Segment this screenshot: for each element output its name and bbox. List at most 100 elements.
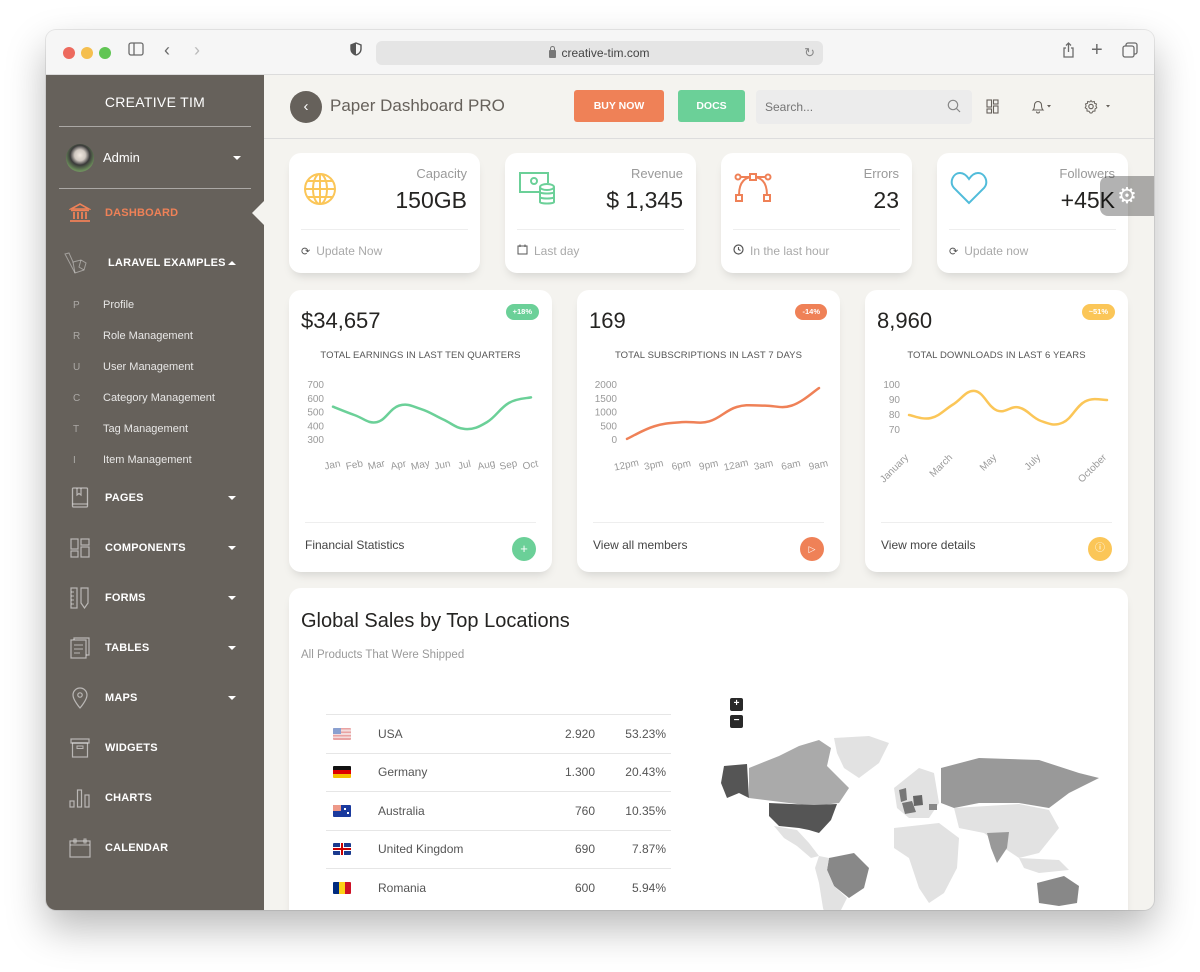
sidebar-subitem-tag-management[interactable]: T Tag Management [46,423,188,435]
page-title[interactable]: Paper Dashboard PRO [330,96,505,116]
info-button[interactable]: ⓘ [1088,537,1112,561]
bell-icon[interactable] [1031,99,1053,119]
stat-footer[interactable]: ⟳ Update Now [301,244,382,258]
address-bar[interactable]: creative-tim.com ↻ [376,41,823,65]
play-icon: ▷ [808,544,816,554]
data-point[interactable] [1082,399,1088,405]
view-more-details-link[interactable]: View more details [881,538,976,552]
change-badge: +18% [505,304,539,320]
data-point[interactable] [734,404,740,410]
sidebar-toggle-icon[interactable] [128,42,144,60]
stat-card-revenue: Revenue $ 1,345 Last day [505,153,696,273]
buy-now-button[interactable]: BUY NOW [574,90,664,122]
sales-percent: 53.23% [595,714,671,753]
data-point[interactable] [374,419,380,425]
search-icon[interactable] [947,99,961,118]
data-point[interactable] [706,418,712,424]
sidebar-item-components[interactable]: COMPONENTS [46,536,264,560]
data-point[interactable] [651,423,657,429]
play-button[interactable]: ▷ [800,537,824,561]
minimize-window-button[interactable] [81,47,93,59]
data-point[interactable] [462,426,468,432]
sidebar-subitem-category-management[interactable]: C Category Management [46,392,215,404]
data-point[interactable] [950,402,956,408]
mini-label: P [73,299,80,311]
sidebar-item-pages[interactable]: PAGES [46,486,264,510]
close-window-button[interactable] [63,47,75,59]
data-point[interactable] [1016,405,1022,411]
settings-plugin-button[interactable]: ⚙ [1100,176,1154,216]
sidebar-item-tables[interactable]: TABLES [46,636,264,660]
data-point[interactable] [484,419,490,425]
data-point[interactable] [624,436,630,442]
brand-logo[interactable]: CREATIVE TIM [59,75,251,127]
new-tab-icon[interactable]: + [1091,39,1103,62]
sidebar-item-widgets[interactable]: WIDGETS [46,736,264,760]
data-point[interactable] [528,394,534,400]
back-icon[interactable]: ‹ [164,40,170,61]
sales-value: 2.920 [525,714,595,753]
data-point[interactable] [789,403,795,409]
data-point[interactable] [928,415,934,421]
data-point[interactable] [906,412,912,418]
map-region-russia [941,758,1099,808]
chart-headline: 169 [589,308,626,333]
data-point[interactable] [679,419,685,425]
data-point[interactable] [506,400,512,406]
avatar [66,143,94,172]
sidebar-subitem-role-management[interactable]: R Role Management [46,330,193,342]
docs-button[interactable]: DOCS [678,90,745,122]
stat-footer[interactable]: ⟳ Update now [949,244,1028,258]
view-all-members-link[interactable]: View all members [593,538,687,552]
settings-gear-icon[interactable] [1084,99,1114,119]
sidebar-item-dashboard[interactable]: DASHBOARD [46,201,264,225]
sidebar-subitem-item-management[interactable]: I Item Management [46,454,192,466]
sidebar-item-charts[interactable]: CHARTS [46,786,264,810]
forward-icon[interactable]: › [194,40,200,61]
sidebar-subitem-profile[interactable]: P Profile [46,299,134,311]
downloads-line-chart: 100 90 80 70 January March May July October [878,380,1110,485]
data-point[interactable] [1104,397,1110,403]
add-button[interactable]: + [512,537,536,561]
x-tick-label: January [878,452,911,485]
data-point[interactable] [1038,418,1044,424]
sidebar-item-calendar[interactable]: CALENDAR [46,836,264,860]
sidebar-item-label: WIDGETS [105,742,158,754]
data-point[interactable] [352,412,358,418]
data-point[interactable] [972,388,978,394]
caret-down-icon [228,646,236,650]
stat-footer-text: In the last hour [750,244,830,258]
x-tick-label: 9pm [698,458,719,473]
layout-grid-icon[interactable] [986,99,999,119]
user-menu[interactable]: Admin [59,127,251,189]
data-point[interactable] [761,403,767,409]
sidebar-item-maps[interactable]: MAPS [46,686,264,710]
map-region-canada [749,740,849,806]
data-point[interactable] [994,408,1000,414]
sales-value: 690 [525,829,595,869]
sidebar-item-laravel-examples[interactable]: LARAVEL EXAMPLES [46,251,264,275]
data-point[interactable] [330,404,336,410]
financial-statistics-link[interactable]: Financial Statistics [305,538,404,552]
data-point[interactable] [418,406,424,412]
minimize-sidebar-button[interactable]: ‹ [290,91,322,123]
zoom-window-button[interactable] [99,47,111,59]
privacy-shield-icon[interactable] [350,42,362,60]
tab-overview-icon[interactable] [1122,42,1138,62]
data-point[interactable] [440,416,446,422]
reload-icon[interactable]: ↻ [804,41,815,65]
browser-window: ‹ › creative-tim.com ↻ + CREATIVE TIM Ad… [46,30,1154,910]
search-input[interactable] [756,90,972,124]
data-point[interactable] [396,403,402,409]
share-icon[interactable] [1062,42,1075,62]
sidebar-subitem-user-management[interactable]: U User Management [46,361,194,373]
stat-footer[interactable]: In the last hour [733,244,829,258]
pin-icon [69,687,91,709]
sidebar-item-forms[interactable]: FORMS [46,586,264,610]
stat-footer[interactable]: Last day [517,244,579,258]
data-point[interactable] [1060,420,1066,426]
world-map[interactable] [719,708,1119,910]
mini-label: C [73,392,81,404]
sales-table-row: USA 2.920 53.23% [326,714,671,753]
data-point[interactable] [816,385,822,391]
